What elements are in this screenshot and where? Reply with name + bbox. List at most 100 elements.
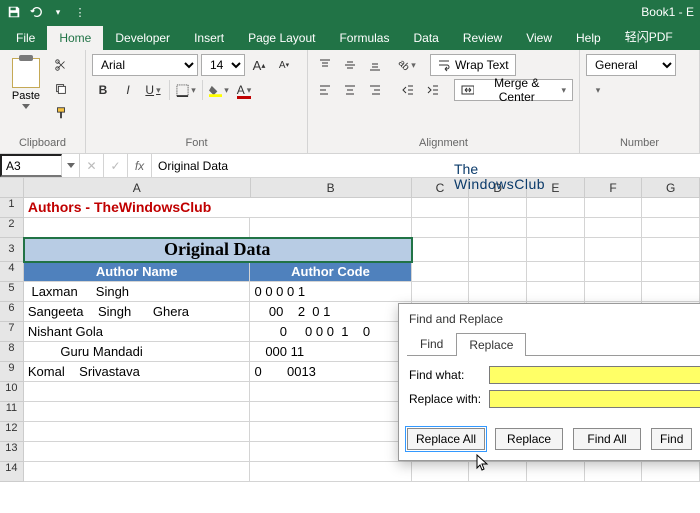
cancel-formula-button[interactable]: ✕ [80, 154, 104, 177]
cell[interactable]: Sangeeta Singh Ghera [24, 302, 251, 322]
enter-formula-button[interactable]: ✓ [104, 154, 128, 177]
row-header[interactable]: 3 [0, 238, 24, 262]
replace-with-input[interactable] [489, 390, 700, 408]
tab-home[interactable]: Home [47, 26, 103, 50]
cell[interactable]: Author Name [24, 262, 251, 282]
tab-view[interactable]: View [514, 26, 564, 50]
align-bottom-button[interactable] [364, 54, 386, 76]
align-center-button[interactable] [339, 79, 361, 101]
fx-button[interactable]: fx [128, 154, 152, 177]
cell[interactable] [250, 198, 411, 218]
align-left-button[interactable] [314, 79, 336, 101]
row-header[interactable]: 14 [0, 462, 24, 482]
col-header-e[interactable]: E [527, 178, 585, 197]
cell[interactable]: Author Code [250, 262, 411, 282]
cell[interactable] [585, 238, 643, 262]
col-header-c[interactable]: C [412, 178, 470, 197]
cell[interactable] [642, 282, 700, 302]
align-middle-button[interactable] [339, 54, 361, 76]
row-header[interactable]: 6 [0, 302, 24, 322]
tab-page-layout[interactable]: Page Layout [236, 26, 327, 50]
increase-font-button[interactable]: A▴ [248, 54, 270, 76]
cell[interactable] [469, 218, 527, 238]
cell[interactable] [412, 218, 470, 238]
cell[interactable] [250, 382, 411, 402]
cell[interactable] [527, 238, 585, 262]
col-header-g[interactable]: G [642, 178, 700, 197]
cell[interactable] [527, 462, 585, 482]
cell[interactable] [469, 262, 527, 282]
accounting-format-button[interactable] [586, 79, 608, 101]
decrease-indent-button[interactable] [396, 79, 418, 101]
cell[interactable] [585, 282, 643, 302]
tab-help[interactable]: Help [564, 26, 613, 50]
format-painter-button[interactable] [50, 102, 72, 124]
cell[interactable] [469, 238, 527, 262]
cell[interactable] [250, 422, 411, 442]
font-color-button[interactable]: A [233, 79, 255, 101]
tab-data[interactable]: Data [401, 26, 450, 50]
cell[interactable] [642, 462, 700, 482]
cell[interactable] [585, 198, 643, 218]
cell[interactable]: 0 0013 [250, 362, 411, 382]
qat-overflow-icon[interactable]: ⋮ [72, 4, 88, 20]
col-header-a[interactable]: A [24, 178, 251, 197]
cell[interactable]: 0 0 0 0 1 0 [250, 322, 411, 342]
col-header-d[interactable]: D [469, 178, 527, 197]
select-all-corner[interactable] [0, 178, 24, 197]
cell[interactable] [469, 282, 527, 302]
fill-color-button[interactable] [208, 79, 230, 101]
cell[interactable]: Komal Srivastava [24, 362, 251, 382]
cell[interactable] [412, 462, 470, 482]
row-header[interactable]: 1 [0, 198, 24, 218]
row-header[interactable]: 8 [0, 342, 24, 362]
bold-button[interactable]: B [92, 79, 114, 101]
number-format-select[interactable]: General [586, 54, 676, 76]
cell[interactable]: 00 2 0 1 [250, 302, 411, 322]
cell[interactable] [527, 282, 585, 302]
cell[interactable] [412, 238, 470, 262]
increase-indent-button[interactable] [421, 79, 443, 101]
find-what-input[interactable] [489, 366, 700, 384]
font-size-select[interactable]: 14 [201, 54, 245, 76]
cell[interactable] [24, 462, 251, 482]
cell[interactable] [250, 218, 411, 238]
qat-dropdown-icon[interactable]: ▾ [50, 4, 66, 20]
cell[interactable] [585, 462, 643, 482]
dialog-tab-find[interactable]: Find [407, 332, 456, 355]
replace-button[interactable]: Replace [495, 428, 563, 450]
align-top-button[interactable] [314, 54, 336, 76]
cell[interactable] [642, 198, 700, 218]
cell[interactable] [585, 262, 643, 282]
cell[interactable]: Guru Mandadi [24, 342, 251, 362]
cell[interactable] [469, 198, 527, 218]
cut-button[interactable] [50, 54, 72, 76]
cell[interactable] [250, 402, 411, 422]
cell[interactable]: 0 0 0 0 1 [250, 282, 411, 302]
cell[interactable] [24, 422, 251, 442]
row-header[interactable]: 7 [0, 322, 24, 342]
italic-button[interactable]: I [117, 79, 139, 101]
row-header[interactable]: 2 [0, 218, 24, 238]
paste-button[interactable]: Paste [6, 54, 46, 124]
cell[interactable]: Nishant Gola [24, 322, 251, 342]
cell[interactable] [527, 198, 585, 218]
tab-insert[interactable]: Insert [182, 26, 236, 50]
tab-developer[interactable]: Developer [103, 26, 182, 50]
row-header[interactable]: 11 [0, 402, 24, 422]
undo-icon[interactable] [28, 4, 44, 20]
cell[interactable] [469, 462, 527, 482]
font-name-select[interactable]: Arial [92, 54, 198, 76]
dialog-tab-replace[interactable]: Replace [456, 333, 526, 356]
col-header-f[interactable]: F [585, 178, 643, 197]
cell[interactable] [412, 262, 470, 282]
cell-selected[interactable]: Original Data [24, 238, 412, 262]
cell[interactable]: Laxman Singh [24, 282, 251, 302]
cell[interactable] [642, 218, 700, 238]
cell[interactable] [527, 262, 585, 282]
tab-file[interactable]: File [4, 26, 47, 50]
formula-input[interactable] [152, 154, 700, 177]
cell[interactable] [250, 442, 411, 462]
cell[interactable] [24, 442, 251, 462]
tab-addin[interactable]: 轻闪PDF [613, 23, 685, 50]
